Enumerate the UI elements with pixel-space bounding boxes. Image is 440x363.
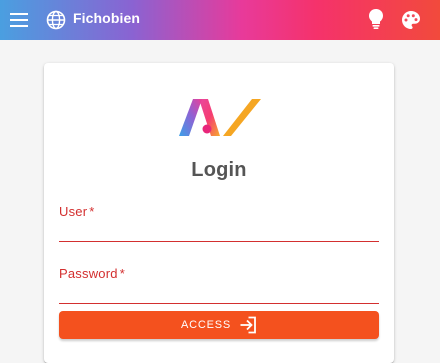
app-logo xyxy=(179,99,261,136)
login-icon xyxy=(240,316,256,334)
palette-button[interactable] xyxy=(399,8,423,32)
globe-icon xyxy=(46,10,66,30)
user-input[interactable] xyxy=(59,221,379,241)
app-bar: Fichobien xyxy=(0,0,440,40)
access-button-label: ACCESS xyxy=(180,319,232,331)
language-button[interactable] xyxy=(44,8,68,32)
login-title: Login xyxy=(191,159,247,181)
menu-button[interactable] xyxy=(8,9,30,31)
password-input[interactable] xyxy=(59,283,379,303)
password-underline xyxy=(59,303,379,304)
password-field: Password * xyxy=(59,265,379,304)
app-title: Fichobien xyxy=(73,10,141,26)
user-label: User * xyxy=(59,204,95,219)
lightbulb-icon xyxy=(369,9,383,29)
access-button[interactable]: ACCESS xyxy=(59,311,379,339)
required-mark: * xyxy=(89,204,95,219)
menu-icon xyxy=(10,13,28,27)
required-mark: * xyxy=(119,266,125,281)
theme-toggle-button[interactable] xyxy=(365,7,387,31)
palette-icon xyxy=(402,11,420,29)
user-underline xyxy=(59,241,379,242)
password-label: Password * xyxy=(59,266,125,281)
login-card: Login User * Password * ACCESS xyxy=(44,63,394,363)
user-field: User * xyxy=(59,203,379,242)
